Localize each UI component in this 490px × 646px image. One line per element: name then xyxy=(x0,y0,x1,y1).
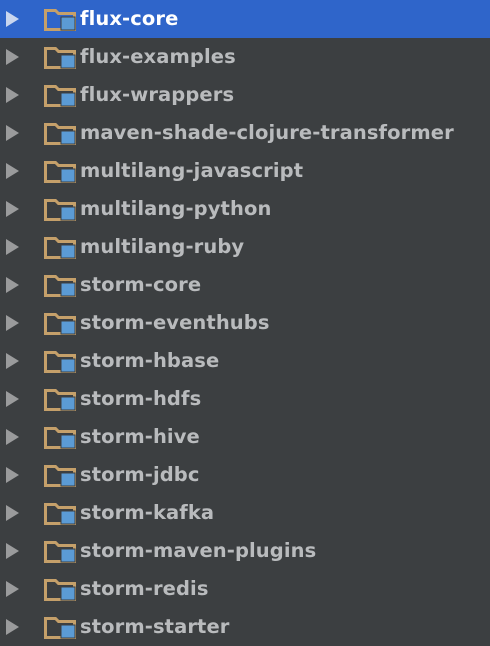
tree-row-label: storm-hbase xyxy=(80,348,220,372)
module-folder-icon xyxy=(44,503,76,525)
tree-row-storm-kafka[interactable]: storm-kafka xyxy=(0,494,490,532)
module-folder-icon xyxy=(44,85,76,107)
tree-row-label: storm-eventhubs xyxy=(80,310,270,334)
module-folder-icon xyxy=(44,275,76,297)
module-folder-icon xyxy=(44,161,76,183)
module-folder-icon xyxy=(44,237,76,259)
tree-row-label: storm-redis xyxy=(80,576,209,600)
expand-arrow-icon[interactable] xyxy=(6,429,19,445)
tree-row-label: storm-starter xyxy=(80,614,230,638)
expand-arrow-icon[interactable] xyxy=(6,49,19,65)
tree-row-label: storm-hdfs xyxy=(80,386,202,410)
project-tree: flux-core flux-examples flux-wrappers ma… xyxy=(0,0,490,644)
module-folder-icon xyxy=(44,313,76,335)
tree-row-multilang-ruby[interactable]: multilang-ruby xyxy=(0,228,490,266)
tree-row-storm-hdfs[interactable]: storm-hdfs xyxy=(0,380,490,418)
module-folder-icon xyxy=(44,617,76,639)
module-folder-icon xyxy=(44,389,76,411)
expand-arrow-icon[interactable] xyxy=(6,391,19,407)
module-folder-icon xyxy=(44,123,76,145)
module-folder-icon xyxy=(44,47,76,69)
tree-row-label: storm-kafka xyxy=(80,500,215,524)
module-folder-icon xyxy=(44,541,76,563)
tree-row-storm-starter[interactable]: storm-starter xyxy=(0,608,490,646)
module-folder-icon xyxy=(44,579,76,601)
expand-arrow-icon[interactable] xyxy=(6,619,19,635)
module-folder-icon xyxy=(44,199,76,221)
tree-row-storm-maven-plugins[interactable]: storm-maven-plugins xyxy=(0,532,490,570)
expand-arrow-icon[interactable] xyxy=(6,239,19,255)
expand-arrow-icon[interactable] xyxy=(6,581,19,597)
tree-row-label: storm-maven-plugins xyxy=(80,538,317,562)
expand-arrow-icon[interactable] xyxy=(6,125,19,141)
module-folder-icon xyxy=(44,351,76,373)
tree-row-flux-examples[interactable]: flux-examples xyxy=(0,38,490,76)
tree-row-storm-hive[interactable]: storm-hive xyxy=(0,418,490,456)
expand-arrow-icon[interactable] xyxy=(6,505,19,521)
tree-row-flux-wrappers[interactable]: flux-wrappers xyxy=(0,76,490,114)
tree-row-multilang-javascript[interactable]: multilang-javascript xyxy=(0,152,490,190)
module-folder-icon xyxy=(44,9,76,31)
tree-row-label: multilang-ruby xyxy=(80,234,245,258)
tree-row-multilang-python[interactable]: multilang-python xyxy=(0,190,490,228)
tree-row-storm-hbase[interactable]: storm-hbase xyxy=(0,342,490,380)
tree-row-label: storm-jdbc xyxy=(80,462,200,486)
expand-arrow-icon[interactable] xyxy=(6,277,19,293)
tree-row-label: storm-hive xyxy=(80,424,200,448)
expand-arrow-icon[interactable] xyxy=(6,543,19,559)
tree-row-label: maven-shade-clojure-transformer xyxy=(80,120,454,144)
expand-arrow-icon[interactable] xyxy=(6,11,19,27)
tree-row-storm-redis[interactable]: storm-redis xyxy=(0,570,490,608)
expand-arrow-icon[interactable] xyxy=(6,87,19,103)
tree-row-storm-eventhubs[interactable]: storm-eventhubs xyxy=(0,304,490,342)
expand-arrow-icon[interactable] xyxy=(6,353,19,369)
tree-row-label: flux-examples xyxy=(80,44,236,68)
expand-arrow-icon[interactable] xyxy=(6,315,19,331)
tree-row-flux-core[interactable]: flux-core xyxy=(0,0,490,38)
tree-row-storm-jdbc[interactable]: storm-jdbc xyxy=(0,456,490,494)
expand-arrow-icon[interactable] xyxy=(6,163,19,179)
module-folder-icon xyxy=(44,427,76,449)
module-folder-icon xyxy=(44,465,76,487)
tree-row-storm-core[interactable]: storm-core xyxy=(0,266,490,304)
tree-row-label: flux-wrappers xyxy=(80,82,235,106)
tree-row-label: flux-core xyxy=(80,6,179,30)
tree-row-label: multilang-python xyxy=(80,196,272,220)
expand-arrow-icon[interactable] xyxy=(6,467,19,483)
tree-row-label: multilang-javascript xyxy=(80,158,304,182)
tree-row-label: storm-core xyxy=(80,272,202,296)
tree-row-maven-shade-clojure-transformer[interactable]: maven-shade-clojure-transformer xyxy=(0,114,490,152)
expand-arrow-icon[interactable] xyxy=(6,201,19,217)
